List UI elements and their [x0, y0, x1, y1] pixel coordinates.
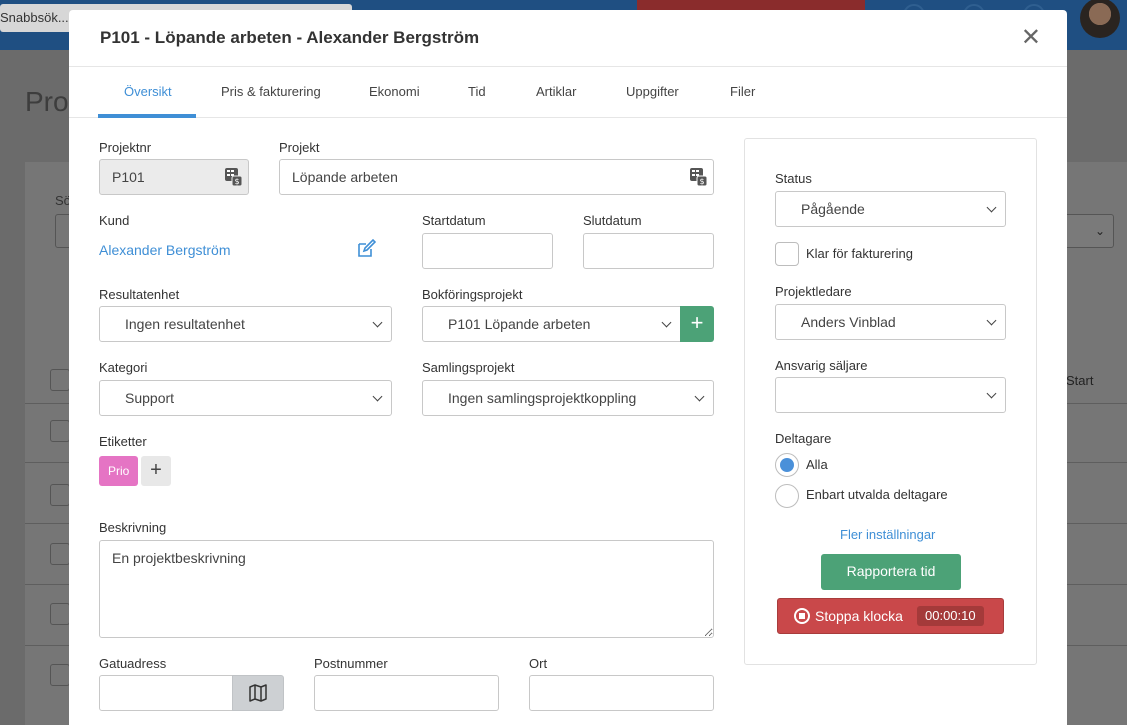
projektledare-label: Projektledare [775, 284, 852, 299]
tab-uppgifter[interactable]: Uppgifter [626, 84, 679, 99]
kategori-value: Support [125, 390, 175, 406]
gatuadress-input[interactable] [99, 675, 233, 711]
ansvarig-saljare-select[interactable] [775, 377, 1006, 413]
ort-input[interactable] [529, 675, 714, 711]
bokforingsprojekt-label: Bokföringsprojekt [422, 287, 523, 302]
startdatum-input[interactable] [422, 233, 553, 269]
deltagare-alla-label: Alla [806, 457, 828, 472]
samlingsprojekt-value: Ingen samlingsprojektkoppling [448, 390, 637, 406]
tag-prio[interactable]: Prio [99, 456, 139, 486]
chevron-down-icon [372, 391, 383, 402]
gatuadress-label: Gatuadress [99, 656, 167, 671]
column-header-start[interactable]: Start [1066, 373, 1093, 388]
kund-label: Kund [99, 213, 130, 228]
tab-tid[interactable]: Tid [468, 84, 486, 99]
deltagare-label: Deltagare [775, 431, 832, 446]
resultatenhet-label: Resultatenhet [99, 287, 180, 302]
slutdatum-label: Slutdatum [583, 213, 642, 228]
projektledare-value: Anders Vinblad [801, 314, 896, 330]
table-row-checkbox[interactable] [50, 603, 70, 625]
modal-header: P101 - Löpande arbeten - Alexander Bergs… [69, 10, 1067, 67]
rapportera-tid-button[interactable]: Rapportera tid [821, 554, 961, 590]
ansvarig-saljare-label: Ansvarig säljare [775, 358, 868, 373]
tab-pris-fakturering[interactable]: Pris & fakturering [221, 84, 321, 99]
slutdatum-input[interactable] [583, 233, 714, 269]
tab-bar: Översikt Pris & fakturering Ekonomi Tid … [69, 67, 1067, 118]
tab-oversikt[interactable]: Översikt [124, 84, 172, 99]
beskrivning-textarea[interactable]: En projektbeskrivning [99, 540, 714, 638]
beskrivning-label: Beskrivning [99, 520, 167, 535]
klar-for-fakturering-label: Klar för fakturering [806, 246, 913, 261]
bokforingsprojekt-value: P101 Löpande arbeten [448, 316, 591, 332]
chevron-down-icon [661, 317, 672, 328]
projekt-label: Projekt [279, 140, 320, 155]
chevron-down-icon [694, 391, 705, 402]
kategori-label: Kategori [99, 360, 148, 375]
settings-panel: Status Pågående Klar för fakturering Pro… [744, 138, 1037, 665]
samlingsprojekt-label: Samlingsprojekt [422, 360, 515, 375]
status-label: Status [775, 171, 812, 186]
chevron-down-icon [986, 315, 997, 326]
tab-artiklar[interactable]: Artiklar [536, 84, 576, 99]
deltagare-utvalda-label: Enbart utvalda deltagare [806, 487, 948, 502]
projektledare-select[interactable]: Anders Vinblad [775, 304, 1006, 340]
project-modal: P101 - Löpande arbeten - Alexander Bergs… [69, 10, 1067, 725]
active-tab-indicator [98, 114, 196, 118]
resultatenhet-value: Ingen resultatenhet [125, 316, 245, 332]
tab-filer[interactable]: Filer [730, 84, 755, 99]
status-value: Pågående [801, 201, 865, 217]
deltagare-alla-radio[interactable] [775, 453, 799, 477]
table-row-checkbox[interactable] [50, 420, 70, 442]
stoppa-klocka-label: Stoppa klocka [815, 608, 903, 624]
table-row-checkbox[interactable] [50, 369, 70, 391]
postnummer-label: Postnummer [314, 656, 388, 671]
projektnr-value: P101 [112, 169, 145, 185]
edit-icon[interactable] [356, 239, 376, 259]
close-icon[interactable]: ✕ [1021, 26, 1041, 50]
chevron-down-icon [372, 317, 383, 328]
add-tag-button[interactable]: + [141, 456, 171, 486]
kund-link[interactable]: Alexander Bergström [99, 242, 231, 258]
projekt-value: Löpande arbeten [292, 169, 398, 185]
filter-select[interactable]: ⌄ [1060, 214, 1114, 248]
svg-text:$: $ [699, 177, 704, 186]
timer-badge: 00:00:10 [917, 606, 984, 626]
number-series-icon[interactable]: $ [225, 168, 242, 186]
map-icon [249, 684, 267, 702]
stoppa-klocka-button[interactable]: Stoppa klocka 00:00:10 [777, 598, 1004, 634]
projektnr-label: Projektnr [99, 140, 152, 155]
chevron-down-icon [986, 388, 997, 399]
number-series-icon[interactable]: $ [690, 168, 707, 186]
table-row-checkbox[interactable] [50, 543, 70, 565]
samlingsprojekt-select[interactable]: Ingen samlingsprojektkoppling [422, 380, 714, 416]
etiketter-label: Etiketter [99, 434, 147, 449]
klar-for-fakturering-checkbox[interactable] [775, 242, 799, 266]
table-row-checkbox[interactable] [50, 484, 70, 506]
page-title: Pro [25, 86, 69, 117]
kategori-select[interactable]: Support [99, 380, 392, 416]
modal-title: P101 - Löpande arbeten - Alexander Bergs… [100, 28, 480, 47]
stop-icon [794, 608, 810, 624]
add-bokforingsprojekt-button[interactable]: + [680, 306, 714, 342]
bokforingsprojekt-select[interactable]: P101 Löpande arbeten [422, 306, 681, 342]
fler-installningar-link[interactable]: Fler inställningar [840, 527, 935, 542]
chevron-down-icon [986, 202, 997, 213]
projektnr-field[interactable]: P101 $ [99, 159, 249, 195]
table-row-checkbox[interactable] [50, 664, 70, 686]
tab-ekonomi[interactable]: Ekonomi [369, 84, 420, 99]
postnummer-input[interactable] [314, 675, 499, 711]
svg-text:$: $ [234, 177, 239, 186]
startdatum-label: Startdatum [422, 213, 486, 228]
status-select[interactable]: Pågående [775, 191, 1006, 227]
projekt-field[interactable]: Löpande arbeten $ [279, 159, 714, 195]
deltagare-utvalda-radio[interactable] [775, 484, 799, 508]
map-button[interactable] [232, 675, 284, 711]
ort-label: Ort [529, 656, 548, 671]
resultatenhet-select[interactable]: Ingen resultatenhet [99, 306, 392, 342]
